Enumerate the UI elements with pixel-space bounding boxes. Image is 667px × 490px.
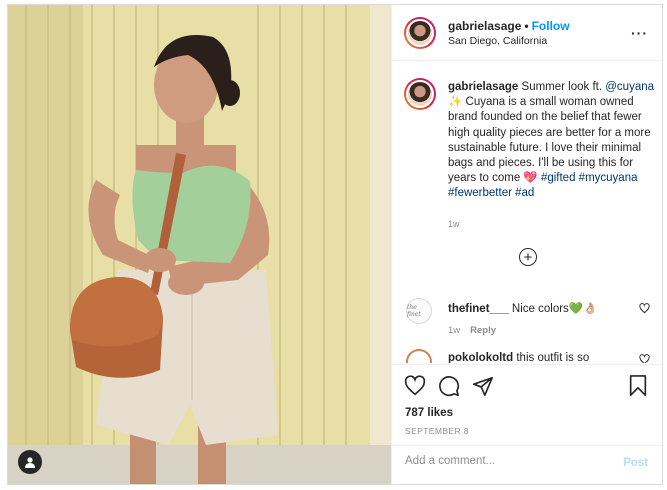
photo-illustration <box>8 5 391 484</box>
hashtag[interactable]: #ad <box>515 187 534 199</box>
caption-username[interactable]: gabrielasage <box>448 81 518 93</box>
load-more-comments-icon[interactable]: + <box>519 248 537 266</box>
reply-button[interactable]: Reply <box>470 325 496 336</box>
tagged-user-icon[interactable] <box>18 450 42 474</box>
like-heart-icon[interactable] <box>404 375 426 397</box>
comment-text: pokolokoltd this outfit is so <box>448 352 589 363</box>
save-bookmark-icon[interactable] <box>628 375 648 397</box>
commenter-username[interactable]: thefinet___ <box>448 303 509 315</box>
author-username[interactable]: gabrielasage <box>448 19 521 33</box>
separator-dot: • <box>524 19 529 33</box>
likes-count[interactable]: 787 likes <box>405 407 453 419</box>
hashtag[interactable]: #mycuyana <box>579 172 638 184</box>
commenter-avatar[interactable] <box>406 349 432 363</box>
post-sidebar: gabrielasage • Follow San Diego, Californi… <box>391 5 662 484</box>
post-photo[interactable] <box>8 5 391 484</box>
commenter-avatar[interactable]: the finet <box>406 298 432 324</box>
more-options-icon[interactable]: ··· <box>631 25 648 41</box>
add-comment-bar: Post <box>392 445 662 484</box>
comment-meta: 1w Reply <box>448 325 496 336</box>
post-location[interactable]: San Diego, California <box>448 35 547 47</box>
comment-body: Nice colors💚👌🏼 <box>508 303 598 315</box>
caption-text: Summer look ft. <box>518 81 606 93</box>
hashtag[interactable]: #fewerbetter <box>448 187 512 199</box>
comment-time[interactable]: 1w <box>448 325 460 336</box>
comments-list[interactable]: gabrielasage Summer look ft. @cuyana ✨ C… <box>392 62 662 363</box>
author-avatar[interactable] <box>404 17 436 49</box>
post-header: gabrielasage • Follow San Diego, Californi… <box>392 5 662 61</box>
hashtag[interactable]: #gifted <box>541 172 576 184</box>
comment-like-icon[interactable] <box>639 303 650 314</box>
post-caption: gabrielasage Summer look ft. @cuyana ✨ C… <box>448 80 654 202</box>
post-date[interactable]: SEPTEMBER 8 <box>405 426 469 436</box>
caption-time[interactable]: 1w <box>448 219 460 229</box>
caption-mention[interactable]: @cuyana <box>605 81 654 93</box>
post-actions: 787 likes SEPTEMBER 8 <box>392 364 662 445</box>
add-comment-input[interactable] <box>405 455 595 467</box>
comment-body: this outfit is so <box>513 352 590 363</box>
author-line: gabrielasage • Follow <box>448 19 570 33</box>
share-paper-plane-icon[interactable] <box>472 375 494 397</box>
caption-avatar[interactable] <box>404 78 436 110</box>
comment-text: thefinet___ Nice colors💚👌🏼 <box>448 301 597 315</box>
commenter-username[interactable]: pokolokoltd <box>448 352 513 363</box>
post-comment-button[interactable]: Post <box>623 457 648 469</box>
follow-button[interactable]: Follow <box>532 19 570 33</box>
comment-bubble-icon[interactable] <box>438 375 460 397</box>
comment-like-icon[interactable] <box>639 354 650 363</box>
post-modal: gabrielasage • Follow San Diego, Californi… <box>7 4 663 485</box>
